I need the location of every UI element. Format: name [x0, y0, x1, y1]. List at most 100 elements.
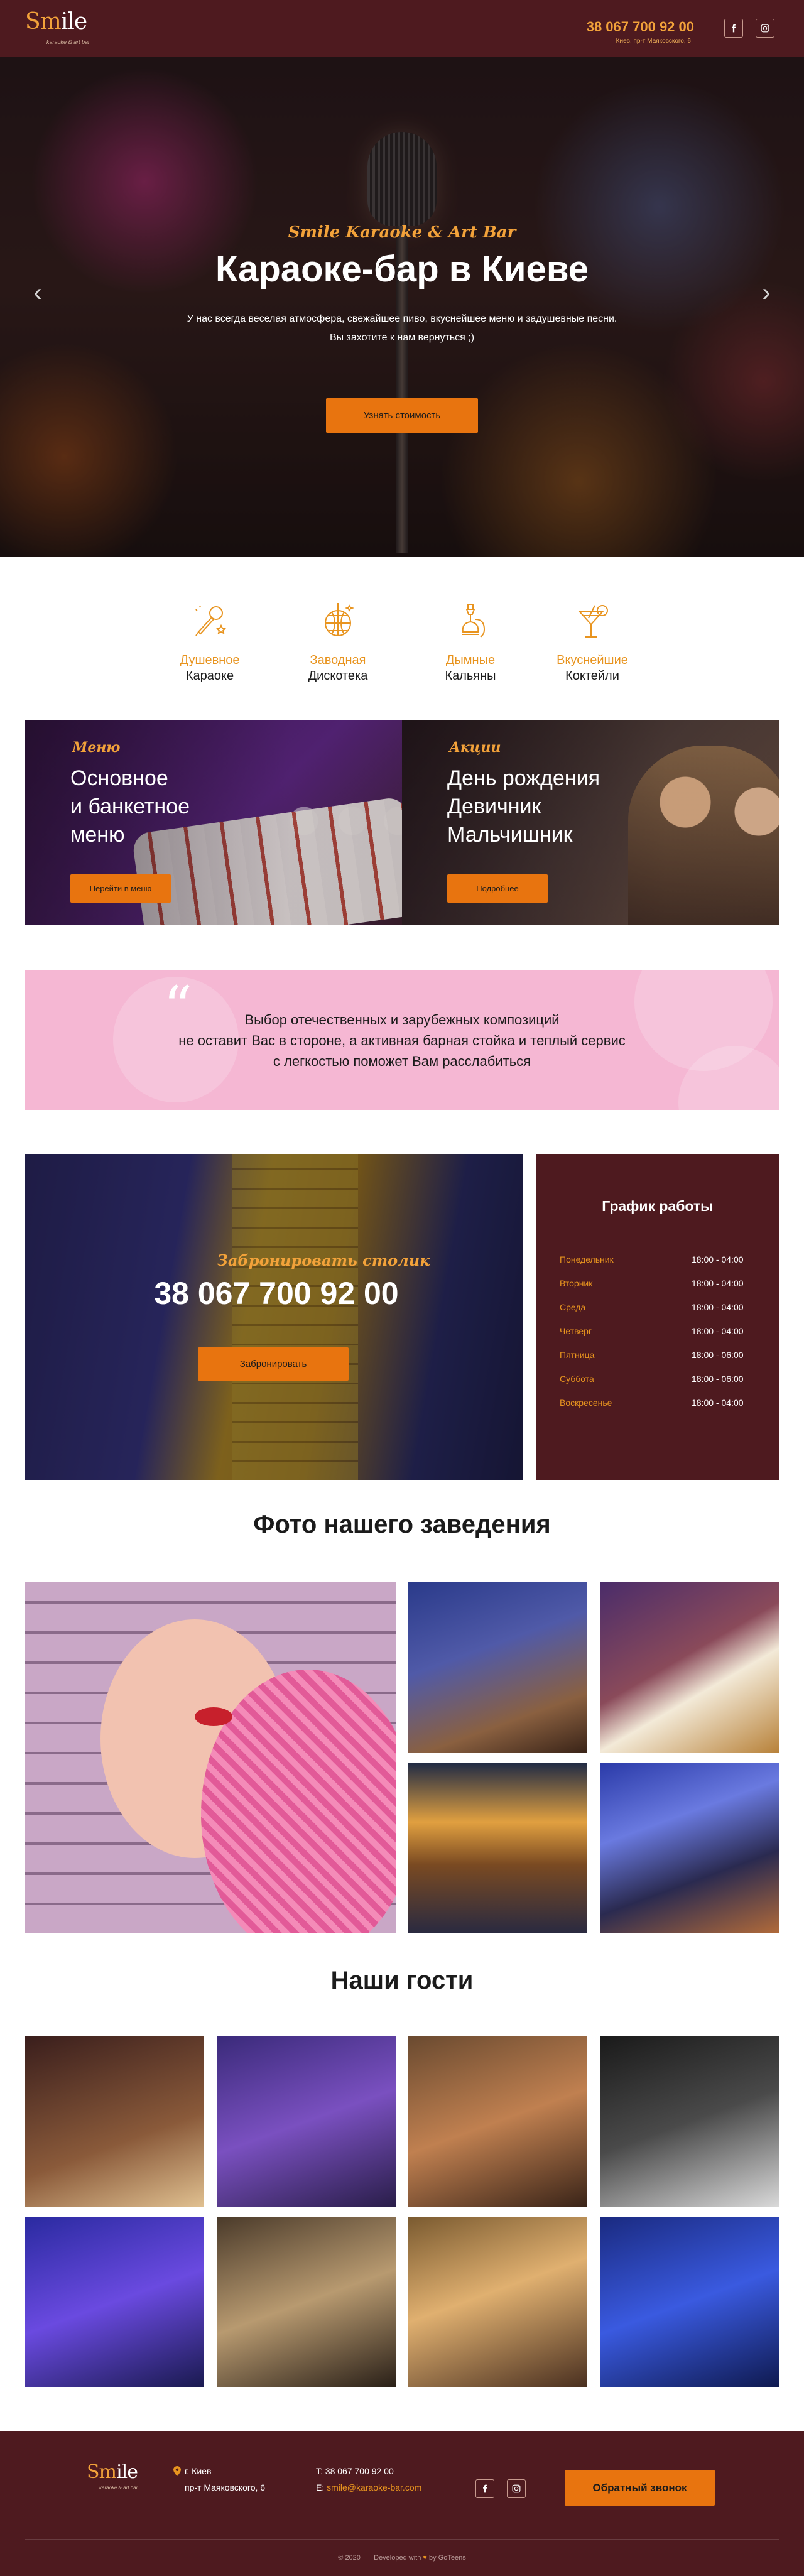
footer-phone-number[interactable]: 38 067 700 92 00: [325, 2466, 394, 2476]
schedule-time: 18:00 - 04:00: [692, 1302, 744, 1312]
go-to-menu-button[interactable]: Перейти в меню: [70, 874, 171, 903]
feature-line1: Дымные: [445, 653, 496, 667]
logo-word-accent: i: [116, 2461, 122, 2483]
schedule-time: 18:00 - 06:00: [692, 1374, 744, 1384]
gallery-photo[interactable]: [600, 1763, 779, 1933]
feature-line2: Дискотека: [308, 669, 368, 683]
schedule-time: 18:00 - 06:00: [692, 1350, 744, 1360]
feature-line1: Вкуснейшие: [557, 653, 628, 667]
disco-ball-icon: [325, 603, 355, 636]
logo-word-rest: le: [67, 9, 87, 35]
promo-card: Акции День рождения Девичник Мальчишник …: [402, 720, 779, 925]
feature-disco: Заводная Дискотека: [288, 601, 388, 684]
menu-card-title-line: Основное: [70, 766, 168, 790]
gallery-photo[interactable]: [408, 1763, 587, 1933]
instagram-link[interactable]: [756, 19, 774, 38]
site-header: Smile karaoke & art bar 38 067 700 92 00…: [0, 0, 804, 57]
slider-prev-arrow-icon[interactable]: ‹: [25, 280, 50, 305]
footer-logo[interactable]: Smile karaoke & art bar: [87, 2461, 156, 2492]
footer-phone-label: T:: [316, 2466, 323, 2476]
footer-email: E: smile@karaoke-bar.com: [316, 2482, 421, 2492]
footer-facebook-link[interactable]: [475, 2479, 494, 2498]
feature-cocktails: Вкуснейшие Коктейли: [542, 601, 643, 684]
menu-card-tag: Меню: [72, 739, 121, 756]
logo-word-accent: i: [60, 9, 68, 35]
guest-photo[interactable]: [217, 2217, 396, 2387]
slider-next-arrow-icon[interactable]: ›: [754, 280, 779, 305]
developer-link[interactable]: by GoTeens: [429, 2554, 466, 2562]
hero-slider: Smile Karaoke & Art Bar Караоке-бар в Ки…: [0, 57, 804, 557]
footer-divider: [25, 2539, 779, 2540]
promo-details-button[interactable]: Подробнее: [447, 874, 548, 903]
schedule-row: Среда 18:00 - 04:00: [560, 1302, 754, 1315]
copyright: © 2020: [338, 2554, 361, 2562]
schedule-row: Четверг 18:00 - 04:00: [560, 1326, 754, 1339]
promo-card-title-line: Мальчишник: [447, 823, 573, 847]
schedule-row: Суббота 18:00 - 06:00: [560, 1374, 754, 1386]
quote-line: Выбор отечественных и зарубежных компози…: [244, 1012, 560, 1028]
book-table-button[interactable]: Забронировать: [198, 1347, 349, 1381]
quote-text: Выбор отечественных и зарубежных компози…: [88, 1009, 716, 1072]
microphone-icon: [195, 605, 226, 636]
promo-card-title: День рождения Девичник Мальчишник: [447, 764, 673, 849]
footer-email-link[interactable]: smile@karaoke-bar.com: [327, 2482, 421, 2492]
facebook-link[interactable]: [724, 19, 743, 38]
schedule-panel: График работы Понедельник 18:00 - 04:00 В…: [536, 1154, 779, 1480]
menu-card-title-line: и банкетное: [70, 795, 190, 818]
header-address: Киев, пр-т Маяковского, 6: [616, 38, 691, 45]
footer-instagram-link[interactable]: [507, 2479, 526, 2498]
promo-card-title-line: Девичник: [447, 795, 541, 818]
schedule-day: Воскресенье: [560, 1398, 612, 1408]
guest-photo[interactable]: [25, 2036, 204, 2207]
feature-line1: Душевное: [180, 653, 240, 667]
feature-line2: Кальяны: [445, 669, 496, 683]
guest-photo[interactable]: [600, 2217, 779, 2387]
site-logo[interactable]: Smile karaoke & art bar: [25, 9, 113, 48]
guest-photo[interactable]: [25, 2217, 204, 2387]
cocktail-icon: [578, 605, 608, 638]
instagram-icon: [761, 24, 769, 33]
schedule-day: Четверг: [560, 1326, 592, 1336]
guest-photo[interactable]: [408, 2217, 587, 2387]
booking-script-title: Забронировать столик: [217, 1251, 430, 1269]
feature-line2: Караоке: [185, 669, 234, 683]
guest-photo[interactable]: [408, 2036, 587, 2207]
booking-phone[interactable]: 38 067 700 92 00: [119, 1275, 433, 1312]
developed-with: Developed with: [374, 2554, 421, 2562]
schedule-time: 18:00 - 04:00: [692, 1254, 744, 1264]
schedule-row: Понедельник 18:00 - 04:00: [560, 1254, 754, 1267]
schedule-time: 18:00 - 04:00: [692, 1278, 744, 1288]
facebook-icon: [732, 24, 736, 33]
logo-word-rest: le: [121, 2461, 138, 2483]
schedule-title: График работы: [602, 1198, 713, 1214]
hero-title: Караоке-бар в Киеве: [215, 249, 589, 290]
header-phone[interactable]: 38 067 700 92 00: [562, 19, 694, 35]
schedule-day: Вторник: [560, 1278, 593, 1288]
gallery-photo[interactable]: [600, 1582, 779, 1753]
guest-photo[interactable]: [217, 2036, 396, 2207]
feature-line2: Коктейли: [565, 669, 619, 683]
logo-subtitle: karaoke & art bar: [99, 2485, 138, 2491]
schedule-row: Пятница 18:00 - 06:00: [560, 1350, 754, 1362]
menu-card-title-line: меню: [70, 823, 125, 847]
get-price-button[interactable]: Узнать стоимость: [326, 398, 478, 433]
footer-bottom-line: © 2020 | Developed with ♥ by GoTeens: [338, 2554, 466, 2562]
schedule-time: 18:00 - 04:00: [692, 1326, 744, 1336]
gallery-photo-comic-mural[interactable]: [25, 1582, 396, 1933]
guest-photo[interactable]: [600, 2036, 779, 2207]
menu-card: Меню Основное и банкетное меню Перейти в…: [25, 720, 402, 925]
logo-subtitle: karaoke & art bar: [46, 39, 90, 45]
quote-line: не оставит Вас в стороне, а активная бар…: [178, 1033, 626, 1048]
hookah-icon: [462, 604, 486, 638]
page: Smile karaoke & art bar 38 067 700 92 00…: [0, 0, 804, 2576]
logo-word-first: Sm: [25, 9, 62, 35]
quote-line: с легкостью поможет Вам расслабиться: [273, 1053, 531, 1069]
schedule-time: 18:00 - 04:00: [692, 1398, 744, 1408]
features-section: Душевное Караоке Заводная Дискотека Дымн…: [0, 557, 804, 722]
quote-banner: “ Выбор отечественных и зарубежных компо…: [25, 970, 779, 1110]
gallery-photo[interactable]: [408, 1582, 587, 1753]
callback-button[interactable]: Обратный звонок: [565, 2470, 715, 2506]
promo-card-tag: Акции: [449, 739, 501, 756]
footer-street: пр-т Маяковского, 6: [185, 2482, 266, 2492]
hero-description: У нас всегда веселая атмосфера, свежайше…: [187, 313, 617, 343]
